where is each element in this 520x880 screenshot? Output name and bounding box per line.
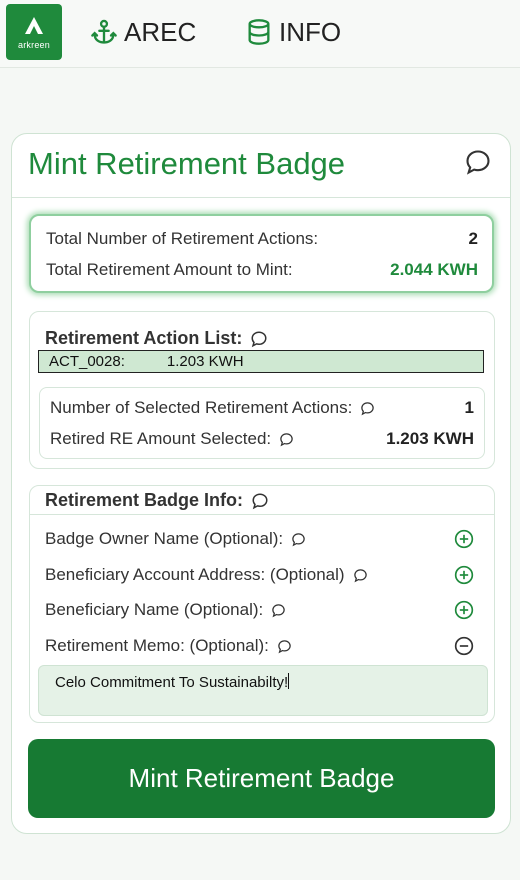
plus-circle-icon[interactable]	[454, 565, 474, 585]
arkreen-logo[interactable]: arkreen	[6, 4, 62, 60]
minus-circle-icon[interactable]	[454, 636, 474, 656]
mint-badge-card: Mint Retirement Badge Total Number of Re…	[11, 133, 511, 834]
badge-info-title: Retirement Badge Info:	[45, 490, 269, 511]
top-nav-bar: arkreen AREC INFO	[0, 0, 520, 68]
selected-count-label: Number of Selected Retirement Actions:	[50, 398, 353, 417]
selected-count-row: Number of Selected Retirement Actions: 1	[40, 397, 484, 419]
plus-circle-icon[interactable]	[454, 600, 474, 620]
arkreen-logo-icon	[25, 17, 43, 34]
beneficiary-address-label: Beneficiary Account Address: (Optional)	[45, 565, 345, 584]
database-icon	[248, 19, 270, 45]
total-actions-row: Total Number of Retirement Actions: 2	[31, 228, 492, 250]
selected-summary: Number of Selected Retirement Actions: 1…	[39, 387, 485, 459]
action-list-title-text: Retirement Action List:	[45, 328, 243, 348]
badge-owner-name-label: Badge Owner Name (Optional):	[45, 529, 284, 548]
divider	[30, 514, 494, 515]
beneficiary-name-label: Beneficiary Name (Optional):	[45, 600, 264, 619]
chat-bubble-icon[interactable]	[279, 432, 294, 447]
nav-info-label: INFO	[279, 16, 342, 47]
beneficiary-name-row: Beneficiary Name (Optional):	[45, 598, 474, 622]
card-header: Mint Retirement Badge	[12, 134, 510, 198]
selected-amount-row: Retired RE Amount Selected: 1.203 KWH	[40, 428, 484, 450]
action-list-item[interactable]: ACT_0028: 1.203 KWH	[38, 350, 484, 373]
chat-bubble-icon[interactable]	[353, 568, 368, 583]
action-list-title: Retirement Action List:	[45, 328, 268, 349]
selected-count-value: 1	[464, 398, 474, 417]
total-amount-label: Total Retirement Amount to Mint:	[46, 260, 293, 279]
chat-bubble-icon[interactable]	[277, 639, 292, 654]
retirement-memo-label: Retirement Memo: (Optional):	[45, 636, 269, 655]
chat-bubble-icon[interactable]	[251, 492, 269, 510]
total-actions-label: Total Number of Retirement Actions:	[46, 229, 319, 248]
chat-bubble-icon[interactable]	[291, 532, 306, 547]
chat-bubble-icon[interactable]	[250, 330, 268, 348]
beneficiary-name-label-group: Beneficiary Name (Optional):	[45, 600, 286, 620]
badge-info-title-text: Retirement Badge Info:	[45, 490, 244, 510]
action-id: ACT_0028:	[49, 353, 125, 370]
chat-bubble-icon[interactable]	[464, 148, 492, 176]
retirement-summary: Total Number of Retirement Actions: 2 To…	[29, 214, 494, 293]
selected-amount-value: 1.203 KWH	[386, 429, 474, 448]
total-amount-row: Total Retirement Amount to Mint: 2.044 K…	[31, 259, 492, 281]
badge-owner-name-row: Badge Owner Name (Optional):	[45, 527, 474, 551]
retirement-badge-info: Retirement Badge Info: Badge Owner Name …	[29, 485, 495, 723]
beneficiary-address-row: Beneficiary Account Address: (Optional)	[45, 563, 474, 587]
nav-arec[interactable]: AREC	[90, 14, 196, 50]
selected-amount-label: Retired RE Amount Selected:	[50, 429, 272, 448]
mint-retirement-badge-button[interactable]: Mint Retirement Badge	[28, 739, 495, 818]
total-actions-value: 2	[468, 229, 478, 248]
retirement-memo-value: Celo Commitment To Sustainabilty!	[55, 674, 289, 691]
retirement-memo-row: Retirement Memo: (Optional):	[45, 634, 474, 658]
retirement-memo-label-group: Retirement Memo: (Optional):	[45, 636, 292, 656]
action-amount: 1.203 KWH	[166, 353, 244, 370]
anchor-icon	[91, 19, 117, 44]
plus-circle-icon[interactable]	[454, 529, 474, 549]
text-caret	[288, 673, 290, 689]
logo-text: arkreen	[18, 40, 50, 50]
nav-info[interactable]: INFO	[245, 14, 341, 50]
chat-bubble-icon[interactable]	[360, 401, 375, 416]
page-title: Mint Retirement Badge	[28, 146, 346, 181]
selected-count-label-group: Number of Selected Retirement Actions:	[50, 398, 375, 418]
retirement-memo-input[interactable]: Celo Commitment To Sustainabilty!	[38, 665, 488, 716]
badge-owner-name-label-group: Badge Owner Name (Optional):	[45, 529, 306, 549]
nav-arec-label: AREC	[124, 16, 197, 47]
total-amount-value: 2.044 KWH	[390, 260, 478, 279]
selected-amount-label-group: Retired RE Amount Selected:	[50, 429, 294, 449]
chat-bubble-icon[interactable]	[271, 603, 286, 618]
beneficiary-address-label-group: Beneficiary Account Address: (Optional)	[45, 565, 368, 585]
retirement-action-list: Retirement Action List: ACT_0028: 1.203 …	[29, 311, 495, 469]
